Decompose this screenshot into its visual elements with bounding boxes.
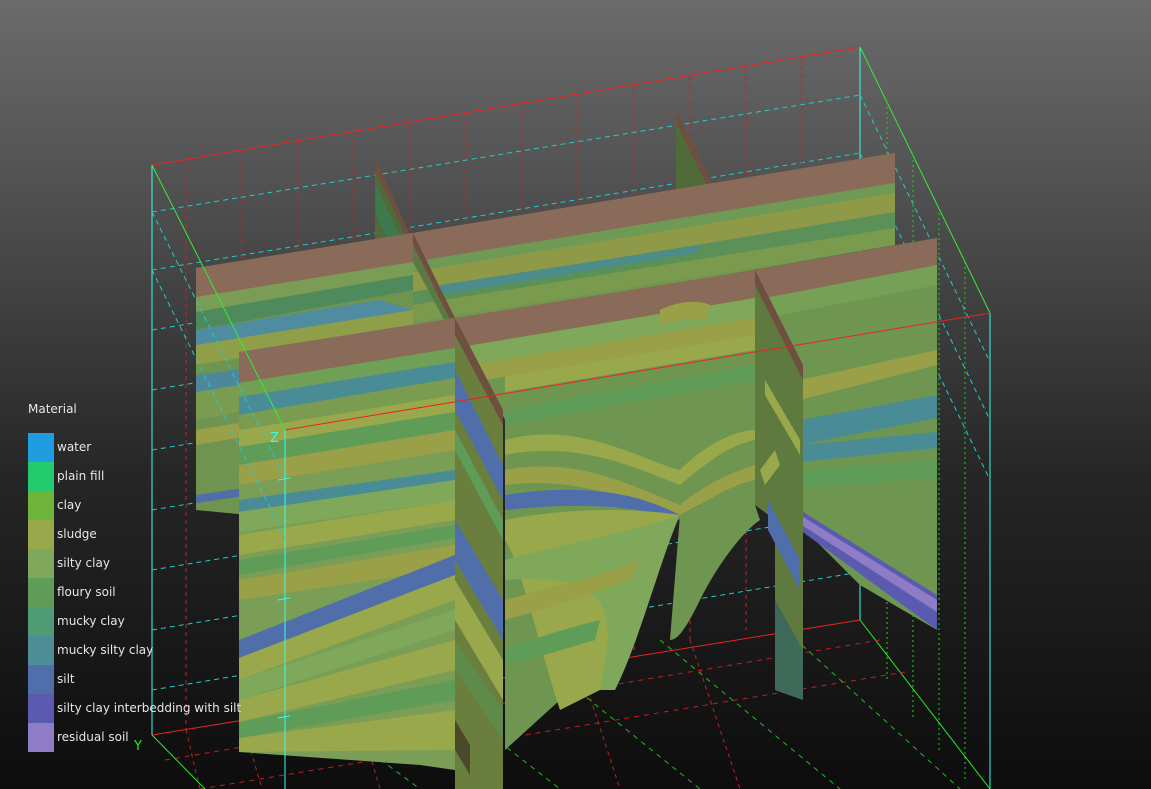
section-panel-front[interactable] xyxy=(239,318,455,770)
legend-item: mucky clay xyxy=(28,607,125,636)
legend-item: silt xyxy=(28,665,77,694)
legend-swatch xyxy=(28,723,54,752)
legend-swatch xyxy=(28,549,54,578)
legend-label: mucky clay xyxy=(57,614,125,628)
legend-title: Material xyxy=(28,402,77,416)
legend-swatch xyxy=(28,607,54,636)
legend-label: silty clay xyxy=(57,556,110,570)
legend-swatch xyxy=(28,636,54,665)
legend-item: sludge xyxy=(28,520,97,549)
legend-item: mucky silty clay xyxy=(28,636,153,665)
legend-label: residual soil xyxy=(57,730,129,744)
legend-item: floury soil xyxy=(28,578,116,607)
legend-swatch xyxy=(28,578,54,607)
legend-label: clay xyxy=(57,498,82,512)
legend-item: residual soil xyxy=(28,723,129,752)
legend-item: clay xyxy=(28,491,81,520)
legend-items: water plain fill clay sludge silty clay flour… xyxy=(28,433,241,752)
y-axis-label: Y xyxy=(133,739,142,754)
legend-label: water xyxy=(57,440,92,454)
legend-swatch xyxy=(28,665,54,694)
3d-viewport[interactable]: Z Y Material water plain fill clay sludge si… xyxy=(0,0,1151,789)
z-axis-label: Z xyxy=(270,431,279,446)
legend-swatch xyxy=(28,694,54,723)
material-legend: Material water plain fill clay sludge silty … xyxy=(28,402,241,752)
legend-label: plain fill xyxy=(57,469,105,483)
legend-label: sludge xyxy=(57,527,97,541)
legend-label: mucky silty clay xyxy=(57,643,154,657)
geology-3d-scene[interactable]: Z Y xyxy=(0,0,1151,789)
legend-label: silt xyxy=(57,672,75,686)
legend-item: silty clay xyxy=(28,549,110,578)
legend-label: floury soil xyxy=(57,585,116,599)
legend-swatch xyxy=(28,520,54,549)
legend-swatch xyxy=(28,433,54,462)
legend-swatch xyxy=(28,491,54,520)
legend-swatch xyxy=(28,462,54,491)
legend-label: silty clay interbedding with silt xyxy=(57,701,242,715)
legend-item: plain fill xyxy=(28,462,104,491)
legend-item: silty clay interbedding with silt xyxy=(28,694,241,723)
legend-item: water xyxy=(28,433,91,462)
